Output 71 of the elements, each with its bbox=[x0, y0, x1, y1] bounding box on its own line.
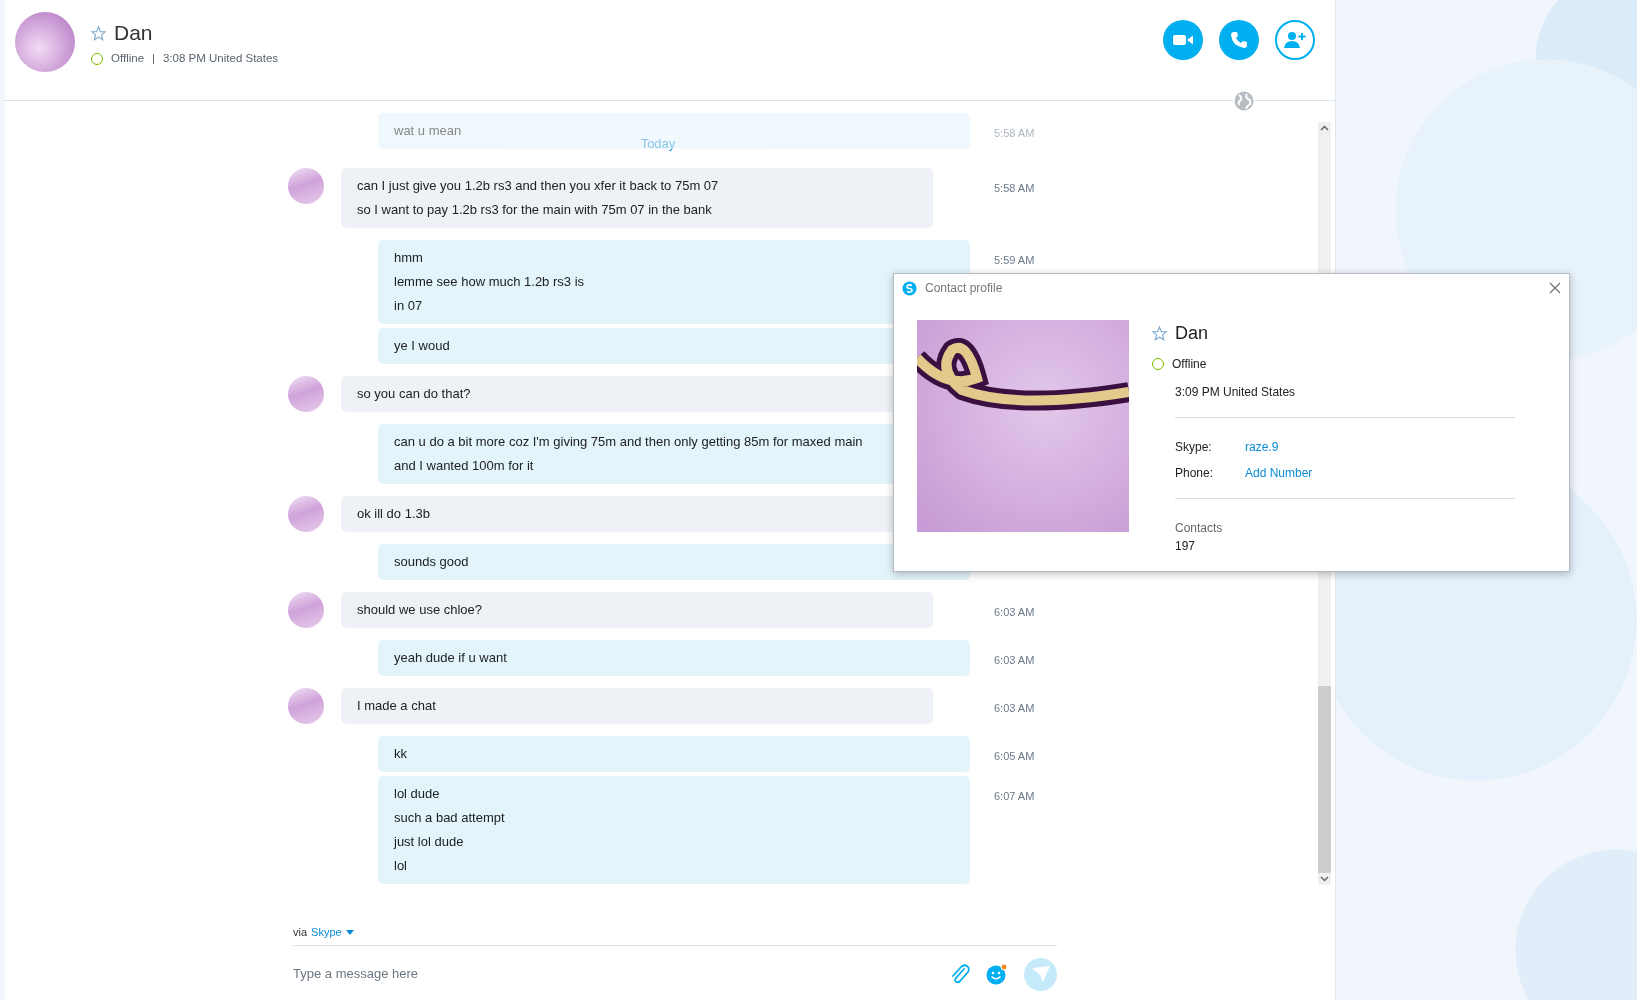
timestamp: 6:07 AM bbox=[994, 789, 1035, 804]
call-button[interactable] bbox=[1219, 20, 1259, 60]
message-text: in 07 bbox=[394, 297, 423, 315]
field-link[interactable]: Add Number bbox=[1245, 464, 1313, 482]
message-text: and I wanted 100m for it bbox=[394, 457, 534, 475]
paperclip-icon[interactable] bbox=[950, 963, 970, 985]
message-text: I made a chat bbox=[357, 697, 436, 715]
timestamp: 6:03 AM bbox=[994, 653, 1035, 668]
message-text: lemme see how much 1.2b rs3 is bbox=[394, 273, 585, 291]
local-time: 3:09 PM United States bbox=[1175, 384, 1297, 401]
status-text: Offline bbox=[111, 51, 145, 66]
message-text: can I just give you 1.2b rs3 and then you xfer it back to 75m 07 bbox=[357, 177, 719, 195]
app-logo-icon bbox=[902, 280, 917, 296]
field-link[interactable]: raze.9 bbox=[1245, 438, 1279, 456]
timestamp: 6:03 AM bbox=[994, 605, 1035, 620]
timestamp: 5:58 AM bbox=[994, 181, 1035, 196]
avatar bbox=[288, 592, 324, 628]
avatar bbox=[288, 376, 324, 412]
message-text: lol bbox=[394, 857, 407, 875]
caret-icon bbox=[345, 929, 354, 935]
scrollbar-thumb[interactable] bbox=[1318, 686, 1331, 873]
contacts-count: 197 bbox=[1175, 538, 1197, 555]
timestamp: 6:05 AM bbox=[994, 749, 1035, 764]
video-call-button[interactable] bbox=[1163, 20, 1203, 60]
timestamp: 6:03 AM bbox=[994, 701, 1035, 716]
contacts-label: Contacts bbox=[1175, 520, 1224, 537]
message-text: so you can do that? bbox=[357, 385, 471, 403]
message-text: hmm bbox=[394, 249, 423, 267]
field-label: Phone: bbox=[1175, 465, 1215, 482]
send-button[interactable] bbox=[1024, 957, 1057, 991]
scroll-down-icon[interactable] bbox=[1318, 873, 1331, 885]
add-person-icon bbox=[1284, 31, 1306, 49]
via-label: via bbox=[293, 925, 308, 940]
message-input[interactable]: Type a message here bbox=[293, 964, 913, 984]
date-divider: Today bbox=[639, 135, 677, 153]
message-text: should we use chloe? bbox=[357, 601, 483, 619]
star-icon[interactable] bbox=[1152, 326, 1167, 341]
close-icon bbox=[1549, 282, 1561, 294]
timestamp: 5:58 AM bbox=[994, 126, 1035, 141]
message-text: wat u mean bbox=[394, 122, 462, 140]
avatar bbox=[288, 168, 324, 204]
message-text: can u do a bit more coz I'm giving 75m and then only getting 85m for maxed main bbox=[394, 433, 863, 451]
paper-plane-icon bbox=[1031, 966, 1050, 982]
field-label: Skype: bbox=[1175, 439, 1213, 456]
message-text: lol dude bbox=[394, 785, 440, 803]
message-text: such a bad attempt bbox=[394, 809, 505, 827]
message-text: ye I woud bbox=[394, 337, 450, 355]
service-dropdown[interactable]: Skype bbox=[311, 924, 354, 941]
globe-icon bbox=[1234, 91, 1254, 111]
timestamp: 5:59 AM bbox=[994, 253, 1035, 268]
close-button[interactable] bbox=[1549, 282, 1561, 294]
message-text: just lol dude bbox=[394, 833, 464, 851]
message-text: sounds good bbox=[394, 553, 469, 571]
star-icon[interactable] bbox=[91, 25, 106, 41]
message-text: kk bbox=[394, 745, 407, 763]
local-time: 3:08 PM United States bbox=[163, 51, 279, 66]
phone-icon bbox=[1230, 31, 1248, 49]
message-text: yeah dude if u want bbox=[394, 649, 507, 667]
smiley-icon[interactable] bbox=[986, 963, 1008, 985]
message-text: ok ill do 1.3b bbox=[357, 505, 430, 523]
avatar bbox=[288, 496, 324, 532]
contact-name: Dan bbox=[1175, 322, 1209, 345]
status-text: Offline bbox=[1172, 356, 1207, 373]
contact-name: Dan bbox=[114, 20, 153, 46]
avatar bbox=[288, 688, 324, 724]
separator: | bbox=[152, 51, 156, 66]
dialog-title: Contact profile bbox=[925, 280, 1003, 297]
add-contact-button[interactable] bbox=[1275, 20, 1315, 60]
message-text: so I want to pay 1.2b rs3 for the main with 75m 07 in the bank bbox=[357, 201, 712, 219]
avatar bbox=[15, 12, 75, 72]
video-camera-icon bbox=[1173, 34, 1193, 46]
